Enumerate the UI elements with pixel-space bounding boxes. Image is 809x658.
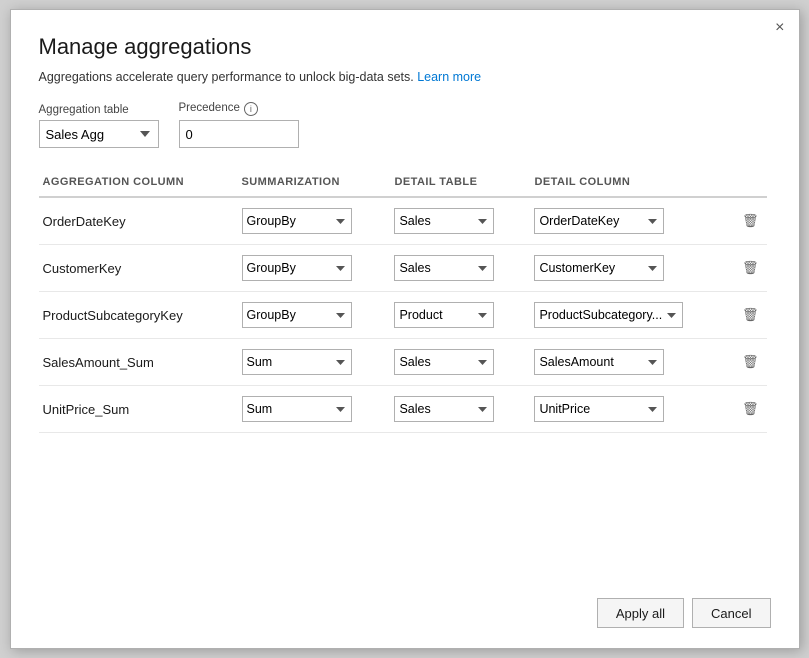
detail-column-cell: SalesAmount [530, 339, 734, 386]
summarization-cell: GroupBySumCountMinMaxAverage [238, 339, 391, 386]
controls-row: Aggregation table Sales Agg Precedence i [39, 102, 771, 148]
detail-column-cell: ProductSubcategory... [530, 292, 734, 339]
table-row: OrderDateKeyGroupBySumCountMinMaxAverage… [39, 197, 767, 245]
aggregations-table: AGGREGATION COLUMN SUMMARIZATION DETAIL … [39, 168, 767, 433]
summarization-cell: GroupBySumCountMinMaxAverage [238, 386, 391, 433]
header-summarization: SUMMARIZATION [238, 168, 391, 197]
detail-column-select[interactable]: OrderDateKey [534, 208, 664, 234]
footer: Apply all Cancel [39, 584, 771, 628]
detail-table-select[interactable]: SalesProductCustomer [394, 349, 494, 375]
dialog-title: Manage aggregations [39, 34, 771, 60]
summarization-select[interactable]: GroupBySumCountMinMaxAverage [242, 302, 352, 328]
detail-column-cell: CustomerKey [530, 245, 734, 292]
summarization-cell: GroupBySumCountMinMaxAverage [238, 245, 391, 292]
delete-row-button[interactable]: 🗑 [738, 352, 763, 372]
table-scroll[interactable]: AGGREGATION COLUMN SUMMARIZATION DETAIL … [39, 168, 771, 433]
agg-column-name: ProductSubcategoryKey [39, 292, 238, 339]
aggregation-table-label: Aggregation table [39, 104, 159, 116]
description-text: Aggregations accelerate query performanc… [39, 70, 771, 84]
summarization-select[interactable]: GroupBySumCountMinMaxAverage [242, 255, 352, 281]
detail-table-select[interactable]: SalesProductCustomer [394, 396, 494, 422]
detail-table-cell: SalesProductCustomer [390, 339, 530, 386]
summarization-select[interactable]: GroupBySumCountMinMaxAverage [242, 208, 352, 234]
header-detail-table: DETAIL TABLE [390, 168, 530, 197]
detail-column-cell: OrderDateKey [530, 197, 734, 245]
manage-aggregations-dialog: × Manage aggregations Aggregations accel… [10, 9, 800, 649]
cancel-button[interactable]: Cancel [692, 598, 770, 628]
table-header-row: AGGREGATION COLUMN SUMMARIZATION DETAIL … [39, 168, 767, 197]
delete-cell: 🗑 [734, 245, 767, 292]
aggregation-table-select[interactable]: Sales Agg [39, 120, 159, 148]
summarization-cell: GroupBySumCountMinMaxAverage [238, 292, 391, 339]
agg-column-name: UnitPrice_Sum [39, 386, 238, 433]
delete-cell: 🗑 [734, 292, 767, 339]
delete-row-button[interactable]: 🗑 [738, 305, 763, 325]
header-agg-column: AGGREGATION COLUMN [39, 168, 238, 197]
detail-column-cell: UnitPrice [530, 386, 734, 433]
delete-row-button[interactable]: 🗑 [738, 211, 763, 231]
learn-more-link[interactable]: Learn more [417, 70, 481, 84]
agg-column-name: CustomerKey [39, 245, 238, 292]
table-area: AGGREGATION COLUMN SUMMARIZATION DETAIL … [39, 168, 771, 564]
delete-cell: 🗑 [734, 339, 767, 386]
header-detail-column: DETAIL COLUMN [530, 168, 734, 197]
detail-table-cell: SalesProductCustomer [390, 292, 530, 339]
detail-table-cell: SalesProductCustomer [390, 386, 530, 433]
precedence-label: Precedence i [179, 102, 299, 116]
apply-all-button[interactable]: Apply all [597, 598, 684, 628]
table-row: ProductSubcategoryKeyGroupBySumCountMinM… [39, 292, 767, 339]
precedence-info-icon: i [244, 102, 258, 116]
detail-column-select[interactable]: SalesAmount [534, 349, 664, 375]
detail-table-select[interactable]: SalesProductCustomer [394, 302, 494, 328]
summarization-select[interactable]: GroupBySumCountMinMaxAverage [242, 349, 352, 375]
precedence-group: Precedence i [179, 102, 299, 148]
summarization-cell: GroupBySumCountMinMaxAverage [238, 197, 391, 245]
detail-table-cell: SalesProductCustomer [390, 245, 530, 292]
summarization-select[interactable]: GroupBySumCountMinMaxAverage [242, 396, 352, 422]
detail-table-select[interactable]: SalesProductCustomer [394, 255, 494, 281]
detail-column-select[interactable]: UnitPrice [534, 396, 664, 422]
table-row: CustomerKeyGroupBySumCountMinMaxAverageS… [39, 245, 767, 292]
precedence-input[interactable] [179, 120, 299, 148]
table-row: UnitPrice_SumGroupBySumCountMinMaxAverag… [39, 386, 767, 433]
delete-cell: 🗑 [734, 386, 767, 433]
agg-column-name: SalesAmount_Sum [39, 339, 238, 386]
aggregation-table-group: Aggregation table Sales Agg [39, 104, 159, 148]
detail-column-select[interactable]: CustomerKey [534, 255, 664, 281]
delete-cell: 🗑 [734, 197, 767, 245]
detail-table-select[interactable]: SalesProductCustomer [394, 208, 494, 234]
table-row: SalesAmount_SumGroupBySumCountMinMaxAver… [39, 339, 767, 386]
delete-row-button[interactable]: 🗑 [738, 399, 763, 419]
close-button[interactable]: × [775, 20, 784, 36]
delete-row-button[interactable]: 🗑 [738, 258, 763, 278]
agg-column-name: OrderDateKey [39, 197, 238, 245]
detail-table-cell: SalesProductCustomer [390, 197, 530, 245]
detail-column-select[interactable]: ProductSubcategory... [534, 302, 683, 328]
